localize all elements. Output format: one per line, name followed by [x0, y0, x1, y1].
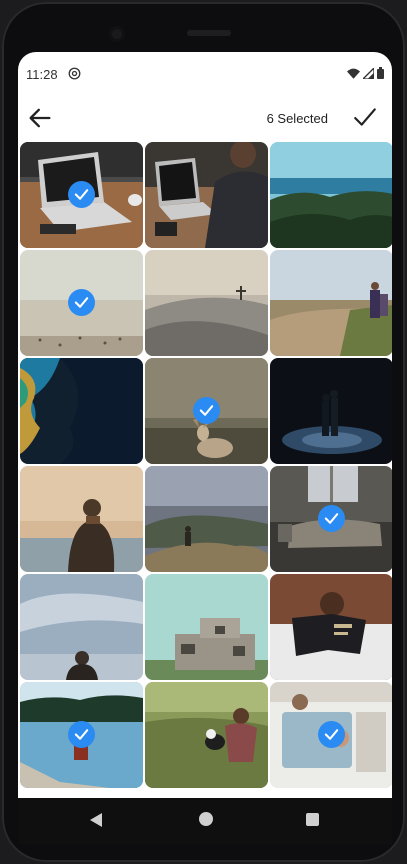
status-bar: 11:28: [18, 52, 392, 92]
photo-tile[interactable]: [145, 250, 268, 356]
signal-icon: [363, 67, 374, 79]
wifi-icon: [347, 68, 360, 79]
app-screen: 11:28 6 Selected: [18, 52, 392, 798]
photo-tile[interactable]: [270, 358, 392, 464]
selected-count: 6 Selected: [266, 111, 328, 126]
photo-thumbnail: [145, 682, 268, 788]
system-nav-bar: [18, 798, 392, 844]
photo-tile[interactable]: [20, 250, 143, 356]
photo-thumbnail: [145, 250, 268, 356]
selected-check-badge: [68, 721, 95, 748]
selected-check-badge: [68, 289, 95, 316]
photo-tile[interactable]: [270, 574, 392, 680]
photo-thumbnail: [145, 142, 268, 248]
at-sign-icon: [68, 67, 81, 80]
photo-tile[interactable]: [145, 466, 268, 572]
photo-thumbnail: [145, 574, 268, 680]
check-icon: [74, 297, 89, 308]
selected-check-badge: [193, 397, 220, 424]
photo-tile[interactable]: [20, 142, 143, 248]
photo-thumbnail: [270, 250, 392, 356]
check-icon: [324, 729, 339, 740]
check-icon: [74, 189, 89, 200]
photo-tile[interactable]: [145, 358, 268, 464]
battery-icon: [377, 67, 384, 79]
photo-tile[interactable]: [145, 682, 268, 788]
check-icon[interactable]: [352, 104, 378, 130]
photo-grid: [20, 142, 392, 788]
app-bar: 6 Selected: [18, 92, 392, 144]
photo-thumbnail: [270, 358, 392, 464]
selected-check-badge: [318, 721, 345, 748]
photo-tile[interactable]: [270, 250, 392, 356]
photo-tile[interactable]: [20, 358, 143, 464]
check-icon: [199, 405, 214, 416]
photo-tile[interactable]: [20, 682, 143, 788]
photo-tile[interactable]: [270, 142, 392, 248]
photo-tile[interactable]: [145, 574, 268, 680]
photo-thumbnail: [20, 574, 143, 680]
nav-home-icon[interactable]: [199, 812, 213, 826]
photo-thumbnail: [145, 466, 268, 572]
nav-back-icon[interactable]: [88, 812, 104, 828]
photo-thumbnail: [20, 466, 143, 572]
photo-tile[interactable]: [270, 466, 392, 572]
photo-tile[interactable]: [270, 682, 392, 788]
status-icons: [347, 67, 384, 79]
photo-tile[interactable]: [145, 142, 268, 248]
photo-thumbnail: [270, 142, 392, 248]
earpiece-speaker: [187, 30, 231, 36]
check-icon: [324, 513, 339, 524]
photo-thumbnail: [20, 358, 143, 464]
status-time: 11:28: [26, 67, 58, 82]
check-icon: [74, 729, 89, 740]
photo-tile[interactable]: [20, 466, 143, 572]
photo-tile[interactable]: [20, 574, 143, 680]
arrow-left-icon[interactable]: [26, 104, 54, 132]
front-camera: [109, 26, 125, 42]
photo-thumbnail: [270, 574, 392, 680]
nav-recents-icon[interactable]: [306, 813, 319, 826]
selected-check-badge: [318, 505, 345, 532]
selected-check-badge: [68, 181, 95, 208]
